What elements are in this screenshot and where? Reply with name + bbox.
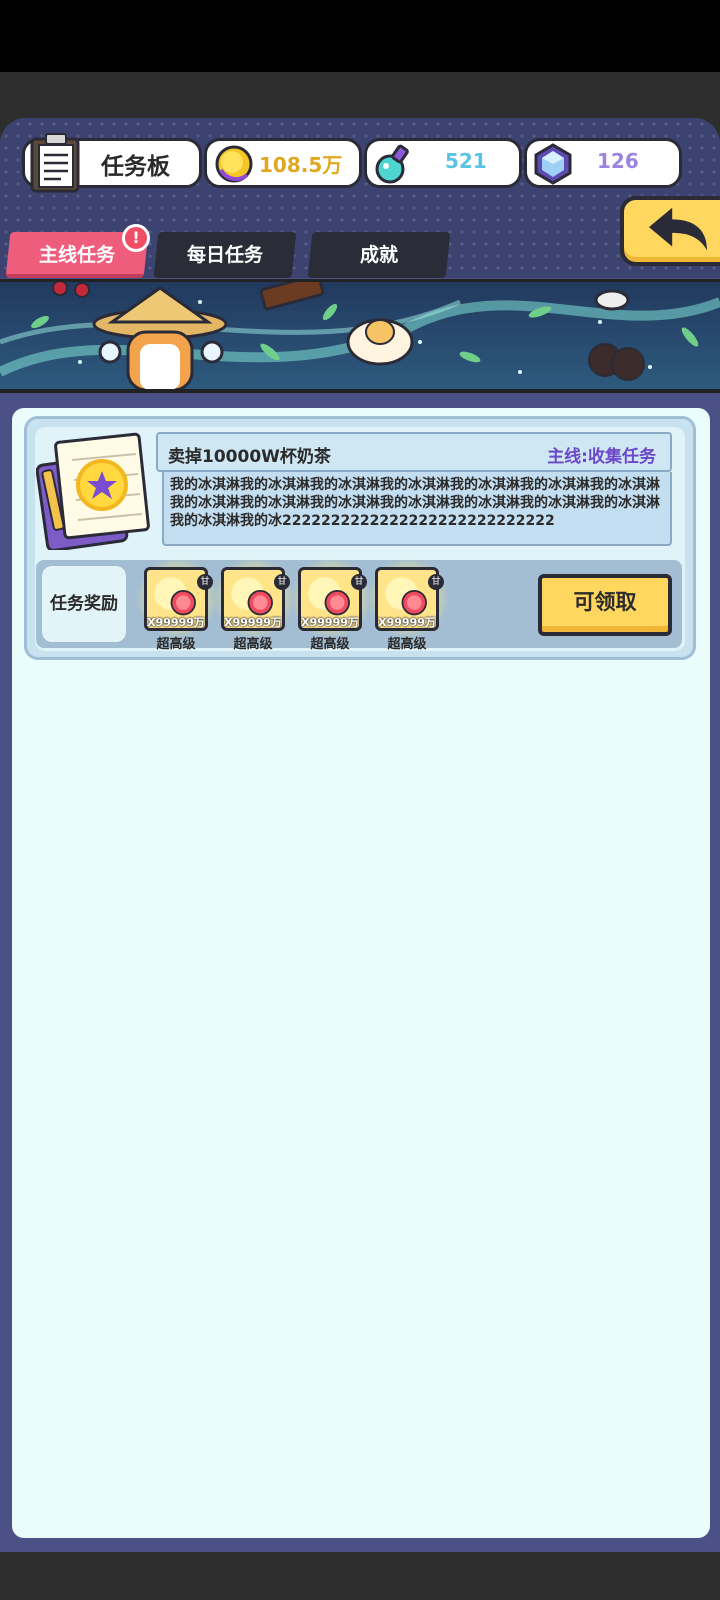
gem-counter[interactable]: 126 [524,138,682,188]
banner-art [0,282,720,389]
notebook-star-icon [36,432,150,550]
banner-illustration [0,279,720,393]
task-type: 主线:收集任务 [547,447,656,467]
reward-item[interactable]: 甘 X99999万 超高级 [211,559,297,652]
reward-quantity: X99999万 [224,616,282,629]
app-root: 任务板 108.5万 521 126 主线任务 每日任务 成就 ! 卖掉1000… [0,0,720,1600]
gem-icon [534,143,572,185]
task-title-bar: 卖掉10000W杯奶茶 主线:收集任务 [156,432,672,472]
coin-icon [215,145,253,183]
title-pill: 任务板 [22,133,202,193]
reward-item[interactable]: 甘 X99999万 超高级 [134,559,220,652]
back-arrow-icon [649,207,707,251]
gold-value: 108.5万 [259,153,343,177]
reward-grade: 超高级 [387,637,427,652]
claim-button[interactable]: 可领取 [538,574,672,636]
potion-icon [375,144,409,184]
reward-quantity: X99999万 [378,616,436,629]
tab-main-quest-label: 主线任务 [38,244,115,266]
status-bar [0,0,720,72]
page-title: 任务板 [101,154,170,180]
reward-badge: 甘 [428,574,444,590]
potion-value: 521 [445,149,487,173]
tab-achievements[interactable]: 成就 [307,232,451,278]
reward-grade: 超高级 [310,637,350,652]
reward-quantity: X99999万 [301,616,359,629]
potion-counter[interactable]: 521 [364,138,522,188]
task-description: 我的冰淇淋我的冰淇淋我的冰淇淋我的冰淇淋我的冰淇淋我的冰淇淋我的冰淇淋我的冰淇淋… [162,472,672,546]
back-button[interactable] [620,196,720,266]
tab-achievements-label: 成就 [359,244,398,266]
tab-daily-quest[interactable]: 每日任务 [153,232,297,278]
gold-counter[interactable]: 108.5万 [204,138,362,188]
alert-badge: ! [122,224,150,252]
reward-grade: 超高级 [156,637,196,652]
clipboard-icon [30,133,80,193]
tab-daily-quest-label: 每日任务 [186,244,263,266]
reward-quantity: X99999万 [147,616,205,629]
reward-item[interactable]: 甘 X99999万 超高级 [288,559,374,652]
gem-value: 126 [597,149,639,173]
reward-label: 任务奖励 [42,566,126,642]
task-name: 卖掉10000W杯奶茶 [168,447,331,467]
reward-grade: 超高级 [233,637,273,652]
reward-item[interactable]: 甘 X99999万 超高级 [365,559,451,652]
